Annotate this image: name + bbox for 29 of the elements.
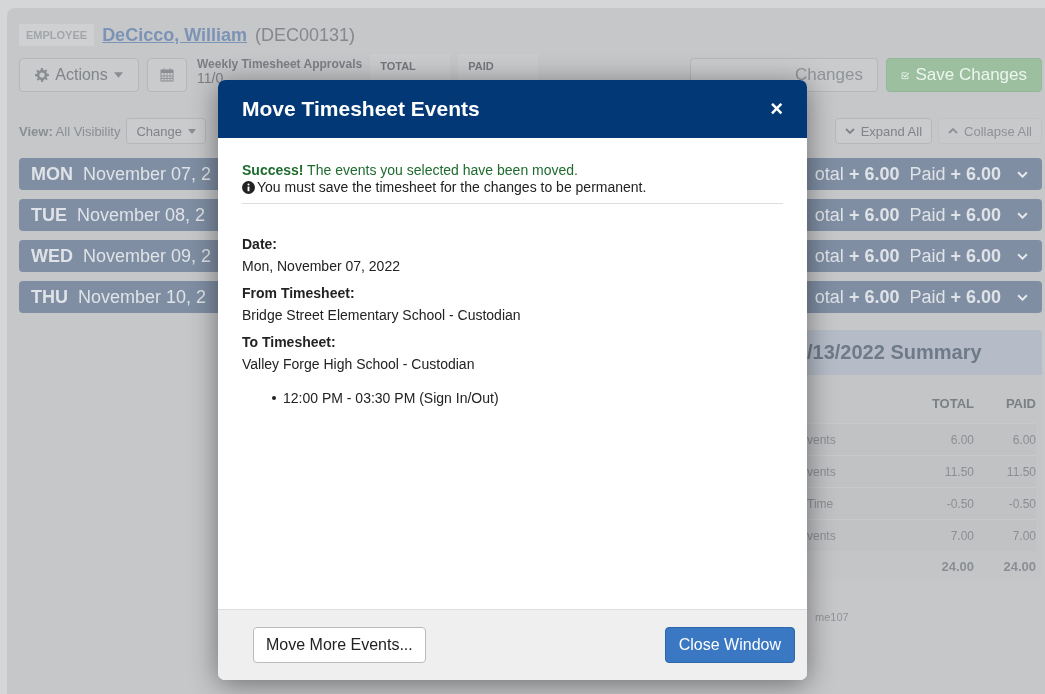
employee-id: (DEC00131) [255,24,356,46]
notice-text: You must save the timesheet for the changes to be permanent. [257,179,647,195]
day-date: THU November 10, 2 [31,286,207,308]
summary-title: /13/2022 Summary [807,341,982,364]
field-value: Valley Forge High School - Custodian [242,356,475,372]
column-header: TOTAL [930,395,974,411]
total-cell-text: 24.00 [1002,559,1036,574]
field-value: Bridge Street Elementary School - Custodian [242,307,521,323]
period-range: 11/0 [197,71,224,86]
view-label: View: All Visibility [19,123,121,139]
day-totals: otal + 6.00 Paid + 6.00 [814,286,1001,308]
success-message: Success! The events you selected have been moved. [242,162,579,178]
field-label: To Timesheet: [242,334,336,350]
day-totals: otal + 6.00 Paid + 6.00 [814,204,1001,226]
day-totals: otal + 6.00 Paid + 6.00 [814,163,1001,185]
total-label: TOTAL [380,60,416,72]
field-value: Mon, November 07, 2022 [242,258,400,274]
event-item: 12:00 PM - 03:30 PM (Sign In/Out) [283,390,499,406]
paid-label: PAID [468,60,494,72]
day-date: MON November 07, 2 [31,163,212,185]
total-cell-text: 24.00 [940,559,974,574]
period-title: Weekly Timesheet Approvals [197,58,363,71]
day-date: TUE November 08, 2 [31,204,206,226]
column-header: PAID [1004,395,1036,411]
modal-title: Move Timesheet Events [242,97,480,121]
day-date: WED November 09, 2 [31,245,212,267]
field-label: Date: [242,236,277,252]
field-label: From Timesheet: [242,285,355,301]
day-totals: otal + 6.00 Paid + 6.00 [814,245,1001,267]
